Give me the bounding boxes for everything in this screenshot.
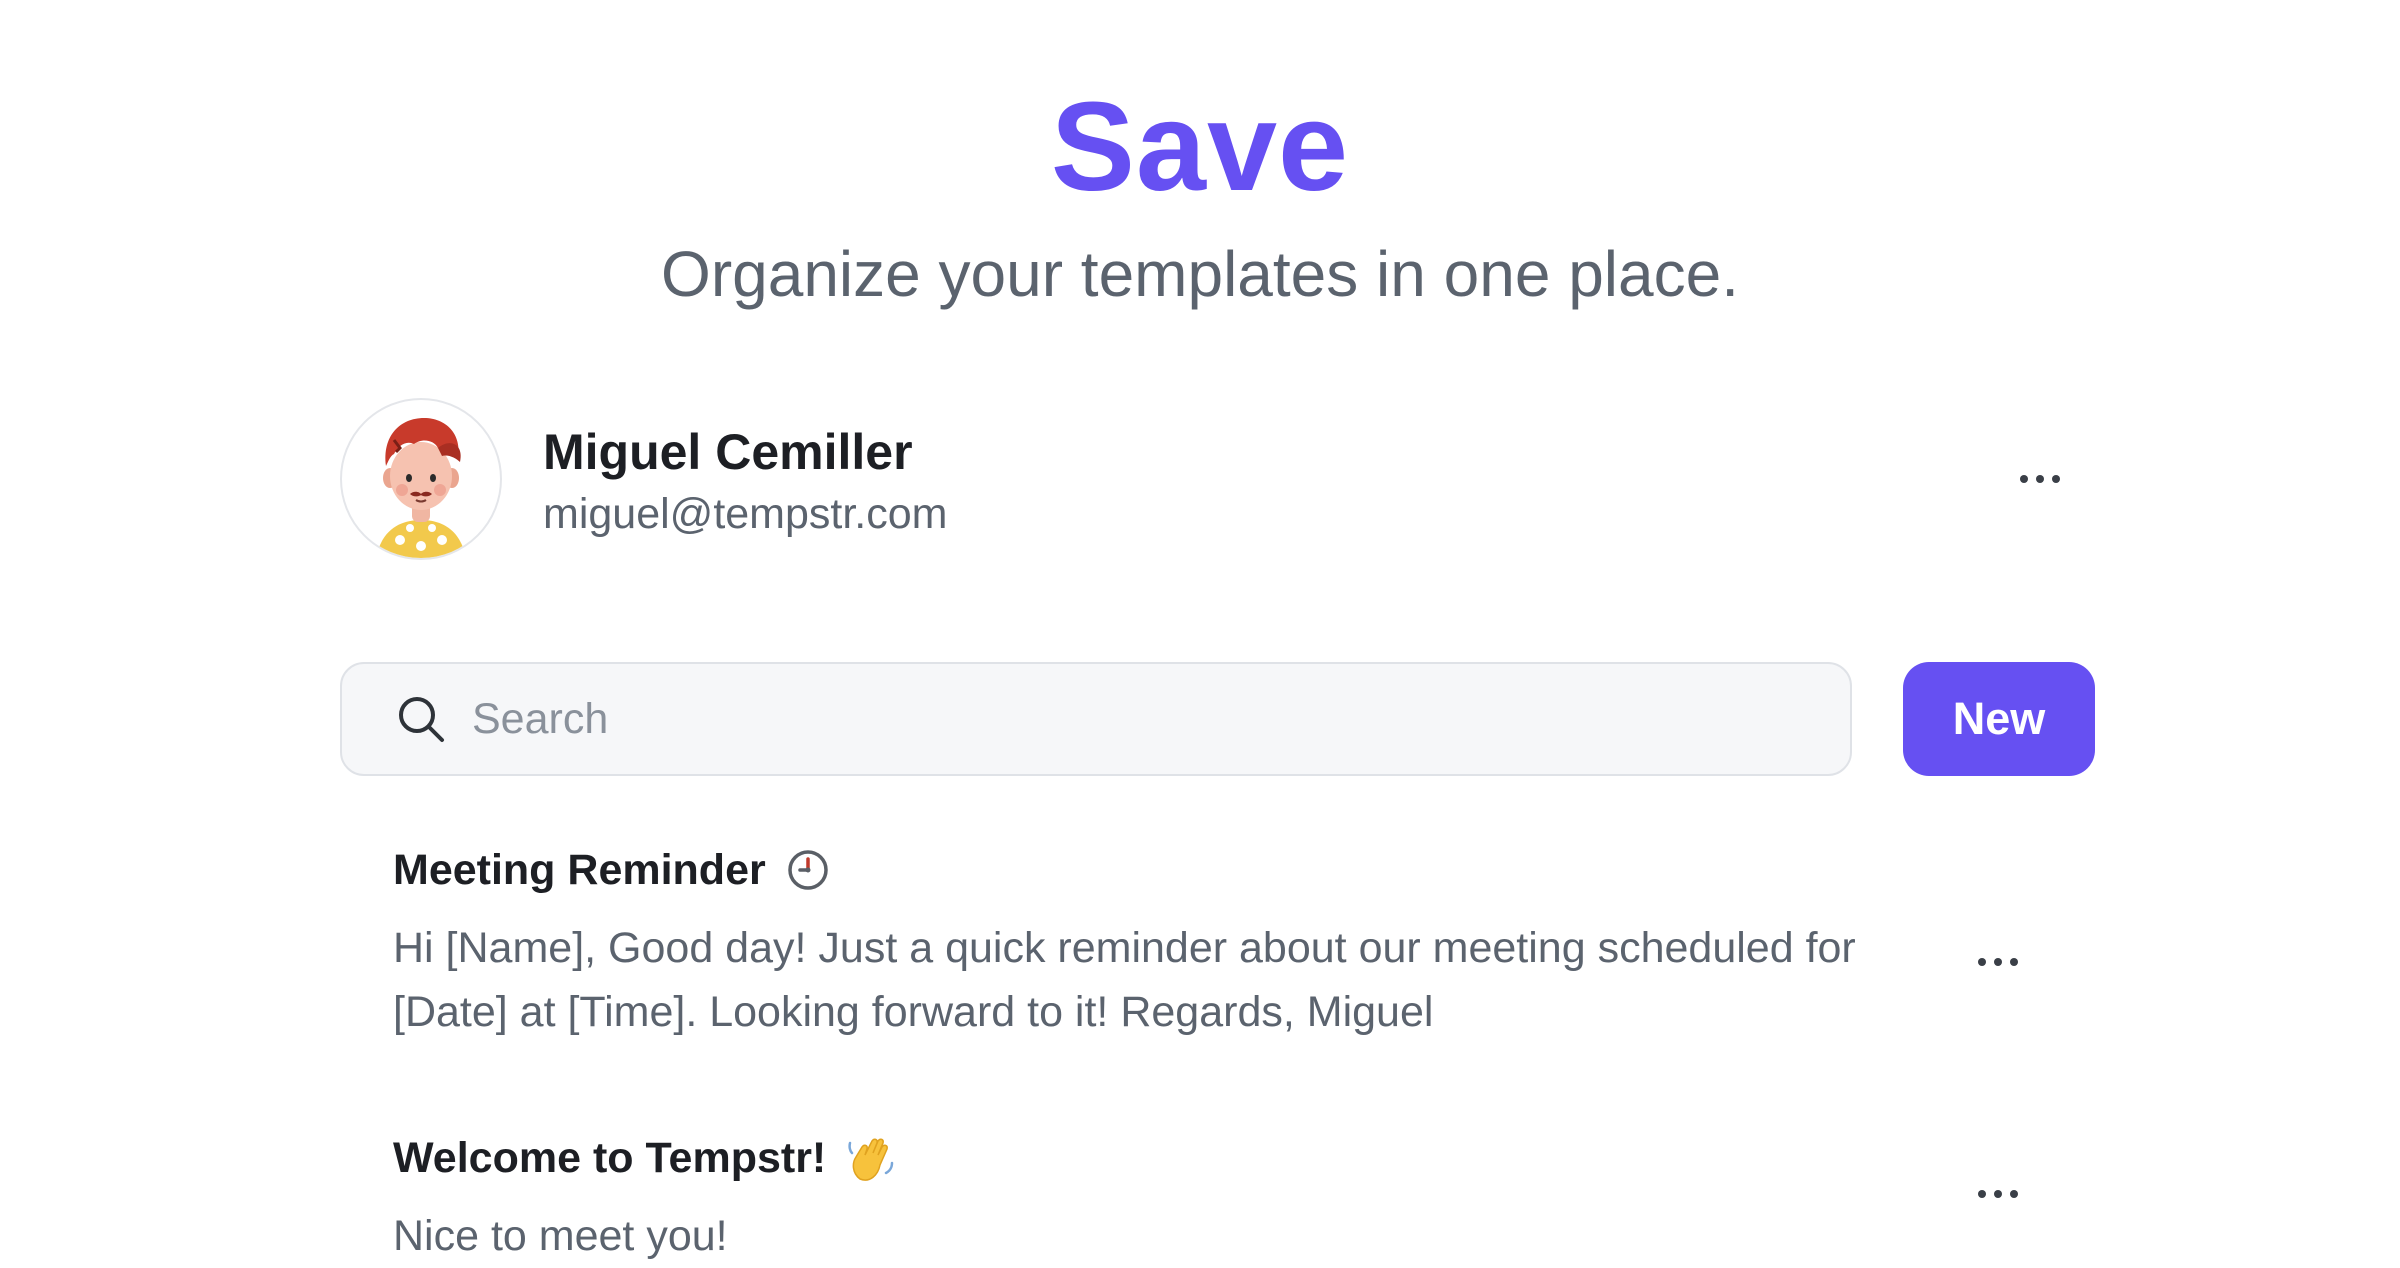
avatar[interactable] — [340, 398, 502, 560]
more-dots-icon — [1978, 1190, 2018, 1198]
template-body: Nice to meet you! — [393, 1212, 728, 1260]
template-title: Welcome to Tempstr! — [393, 1130, 894, 1186]
template-more-button[interactable] — [1963, 942, 2033, 982]
search-input[interactable] — [472, 684, 1772, 754]
search-bar[interactable] — [340, 662, 1852, 776]
user-name: Miguel Cemiller — [543, 424, 913, 480]
more-dots-icon — [1978, 958, 2018, 966]
page-title: Save — [1050, 76, 1350, 217]
waving-hand-icon — [846, 1133, 894, 1183]
page-subtitle: Organize your templates in one place. — [661, 238, 1739, 310]
template-title: Meeting Reminder — [393, 842, 830, 898]
user-email: miguel@tempstr.com — [543, 490, 948, 538]
clock-icon — [786, 848, 830, 892]
profile-more-button[interactable] — [2000, 454, 2080, 504]
user-profile: Miguel Cemiller miguel@tempstr.com — [340, 398, 2080, 564]
avatar-character-icon — [376, 418, 466, 558]
more-dots-icon — [2020, 475, 2060, 483]
search-icon — [392, 690, 450, 748]
template-more-button[interactable] — [1963, 1174, 2033, 1214]
template-body: Hi [Name], Good day! Just a quick remind… — [393, 924, 1856, 1036]
new-template-button[interactable]: New — [1903, 662, 2095, 776]
